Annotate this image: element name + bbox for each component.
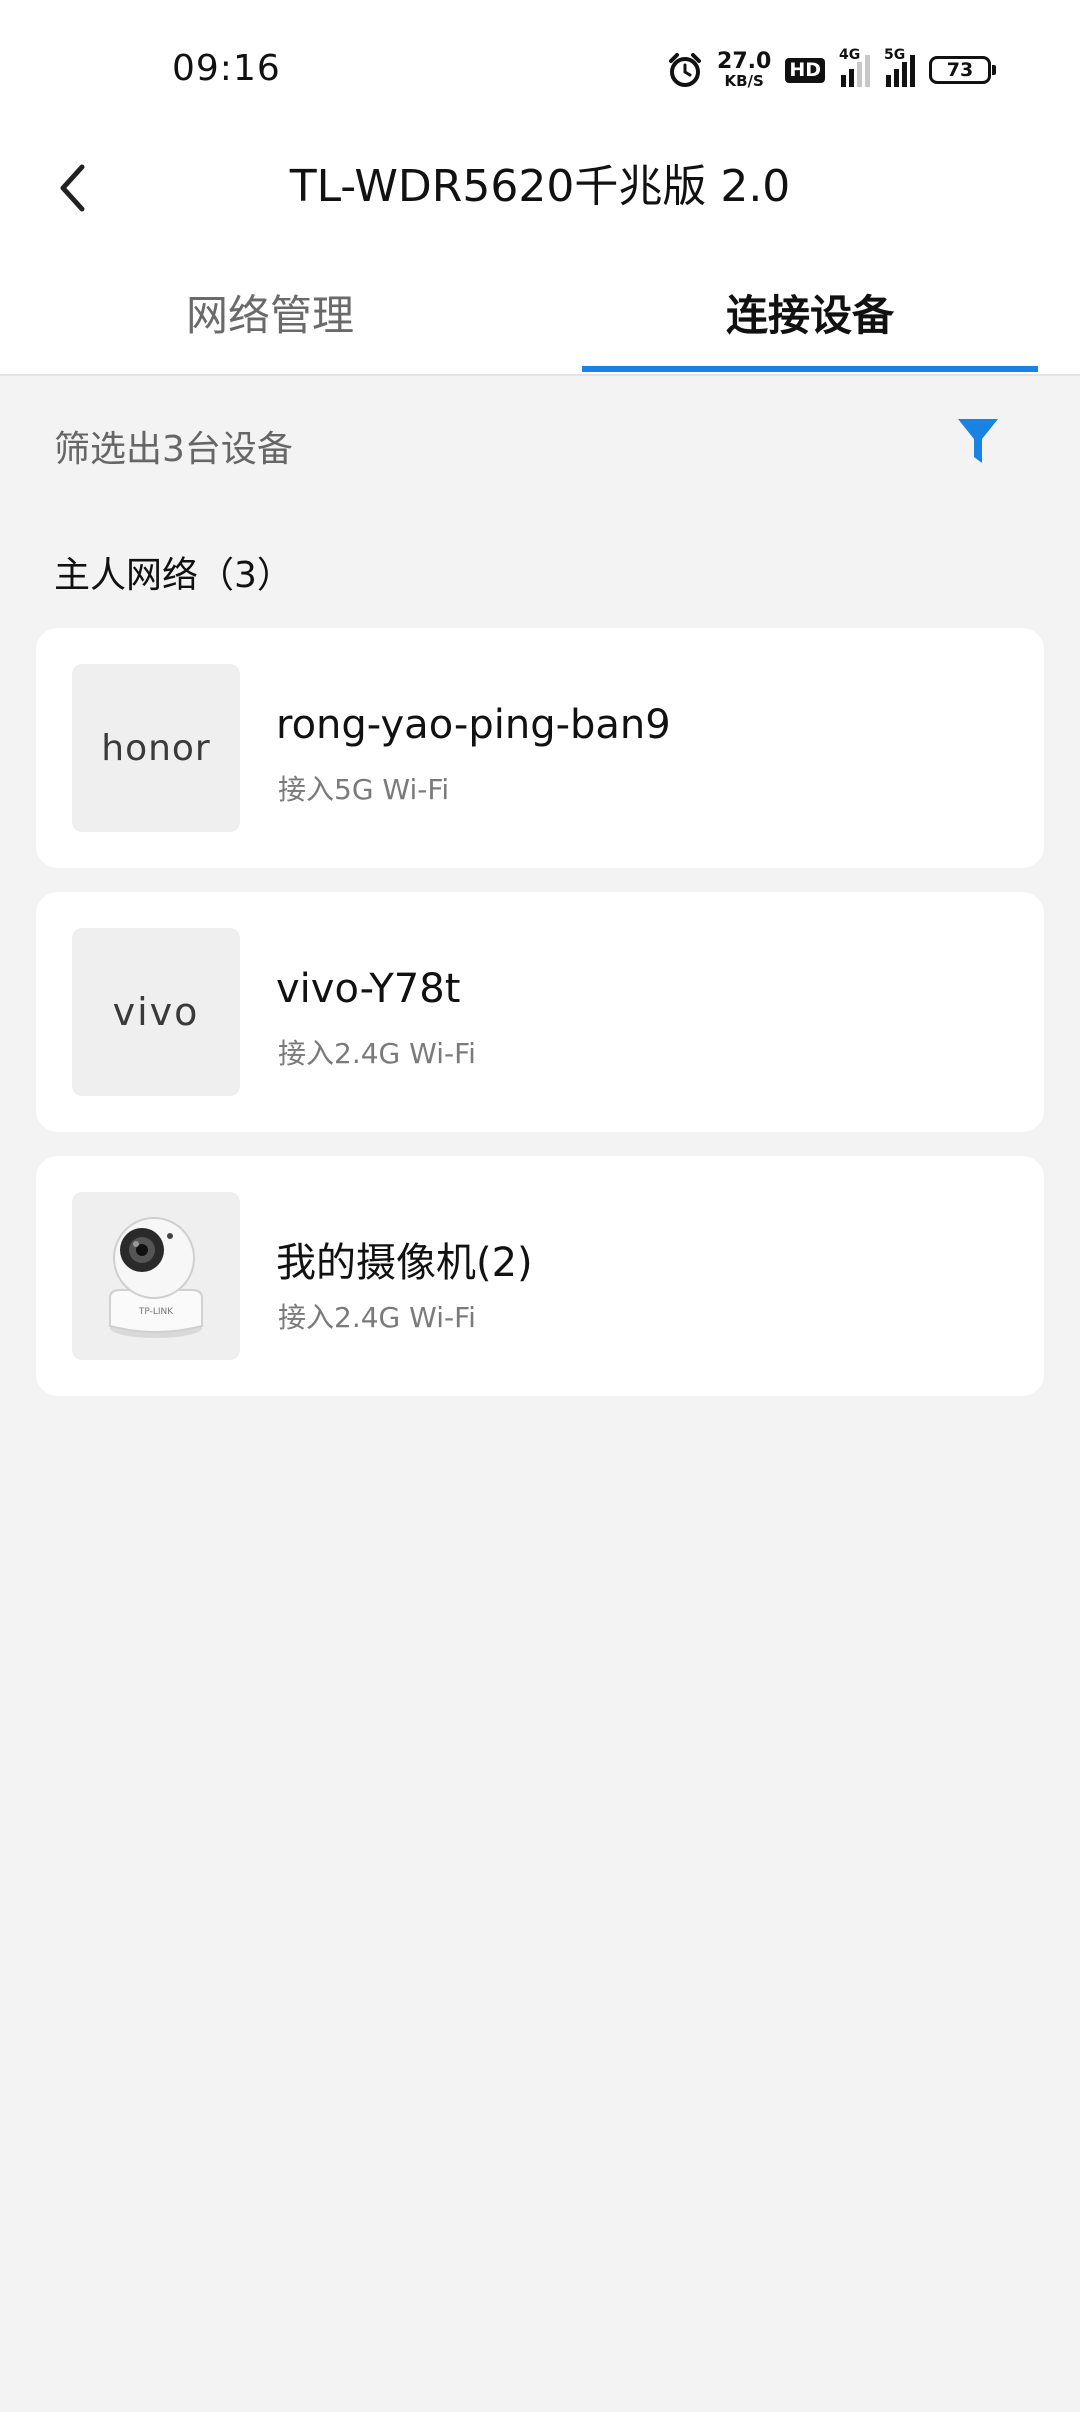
device-thumbnail: vivo [72, 928, 240, 1096]
active-tab-indicator [582, 366, 1038, 372]
honor-logo: honor [101, 727, 211, 769]
network-speed-value: 27.0 [717, 49, 772, 74]
tp-link-logo: TP-LINK [138, 1307, 174, 1317]
section-title: 主人网络（3） [54, 555, 293, 596]
tab-network-management[interactable]: 网络管理 [0, 266, 540, 372]
alarm-icon [667, 52, 703, 88]
status-time: 09:16 [172, 48, 281, 89]
filter-icon [958, 419, 998, 463]
filter-summary: 筛选出3台设备 [54, 429, 293, 470]
app-header: TL-WDR5620千兆版 2.0 网络管理 连接设备 [0, 140, 1080, 376]
sim1-signal-icon: 4G [839, 47, 870, 87]
device-card[interactable]: TP-LINK 我的摄像机(2) 接入2.4G Wi-Fi [36, 1156, 1044, 1396]
sim1-network-label: 4G [839, 47, 861, 63]
battery-icon: 73 [929, 56, 996, 84]
device-connection: 接入2.4G Wi-Fi [278, 1037, 476, 1070]
network-speed: 27.0 KB/S [717, 51, 771, 89]
filter-row: 筛选出3台设备 [0, 376, 1080, 506]
camera-device-icon: TP-LINK [109, 1217, 203, 1338]
status-bar: 09:16 27.0 KB/S HD 4G 5G 73 [0, 0, 1080, 140]
vivo-logo: vivo [112, 990, 200, 1034]
sim2-signal-icon: 5G [884, 47, 915, 87]
device-card[interactable]: honor rong-yao-ping-ban9 接入5G Wi-Fi [36, 628, 1044, 868]
sim2-network-label: 5G [884, 47, 906, 63]
page-title: TL-WDR5620千兆版 2.0 [289, 161, 791, 212]
device-connection: 接入2.4G Wi-Fi [278, 1301, 476, 1334]
device-connection: 接入5G Wi-Fi [278, 773, 450, 806]
device-name: rong-yao-ping-ban9 [276, 702, 671, 748]
tab-connected-devices[interactable]: 连接设备 [540, 266, 1080, 372]
tab-bar: 网络管理 连接设备 [0, 266, 1080, 372]
device-name: 我的摄像机(2) [276, 1240, 533, 1286]
device-name: vivo-Y78t [276, 966, 461, 1012]
battery-level: 73 [929, 56, 991, 84]
status-icons: 27.0 KB/S HD 4G 5G 73 [667, 46, 996, 94]
device-thumbnail: honor [72, 664, 240, 832]
filter-button[interactable] [950, 414, 1006, 470]
hd-voice-icon: HD [785, 57, 825, 83]
device-card[interactable]: vivo vivo-Y78t 接入2.4G Wi-Fi [36, 892, 1044, 1132]
device-thumbnail: TP-LINK [72, 1192, 240, 1360]
network-speed-unit: KB/S [724, 72, 764, 90]
